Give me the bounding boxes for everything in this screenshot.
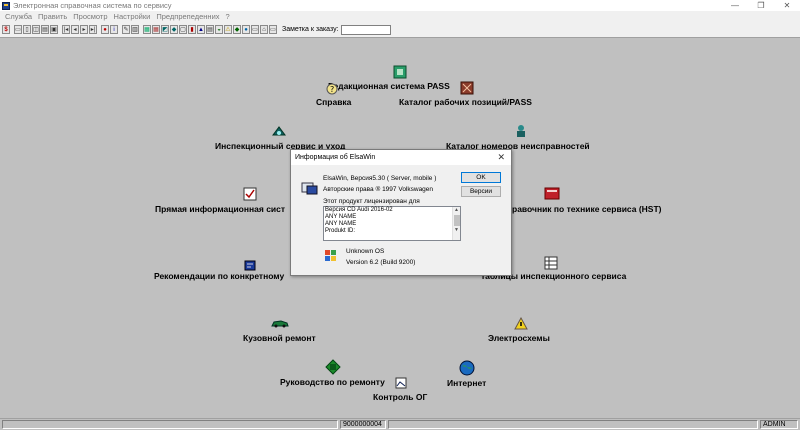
toolbar: $ ▭ ▯ ◫ ▤ ▣ |◂ ◂ ▸ ▸| ● i ✎ ▥ ▦ ▦ ◩ ◆ ▢ … <box>0 22 800 38</box>
first-icon[interactable]: |◂ <box>62 25 70 34</box>
app-icon <box>2 1 10 10</box>
versions-button[interactable]: Версии <box>461 186 501 197</box>
electro-label[interactable]: Электросхемы <box>488 333 550 343</box>
os-version: Version 6.2 (Build 9200) <box>346 259 416 266</box>
internet-label[interactable]: Интернет <box>447 378 486 388</box>
restore-button[interactable]: ❐ <box>748 0 774 11</box>
document-icon[interactable]: ▥ <box>131 25 139 34</box>
catalog-icon[interactable] <box>460 81 474 95</box>
ok-button[interactable]: OK <box>461 172 501 183</box>
prev-icon[interactable]: ◂ <box>71 25 79 34</box>
version-text: ElsaWin, Версия5.30 ( Server, mobile ) <box>323 175 437 182</box>
hst-icon[interactable] <box>544 186 560 200</box>
body-tool-icon[interactable]: ◒ <box>215 25 223 34</box>
manual-label[interactable]: Руководство по ремонту <box>280 377 385 387</box>
menu-edit[interactable]: Править <box>35 12 70 21</box>
info-icon[interactable]: i <box>110 25 118 34</box>
recommend-icon[interactable] <box>243 258 257 272</box>
window-title: Электронная справочная система по сервис… <box>13 1 172 10</box>
faults-icon[interactable] <box>514 124 528 138</box>
save-icon[interactable]: ▣ <box>50 25 58 34</box>
scroll-up-icon[interactable]: ▲ <box>453 207 460 214</box>
inspection-icon[interactable] <box>272 124 286 138</box>
licensed-label: Этот продукт лицензирован для <box>323 198 420 205</box>
direct-tool-icon[interactable]: ▢ <box>179 25 187 34</box>
menu-bar: Служба Править Просмотр Настройки Предпр… <box>0 11 800 22</box>
help-icon[interactable]: ? <box>326 83 340 97</box>
menu-preferences[interactable]: Предпрепеденних <box>153 12 222 21</box>
internet-icon[interactable] <box>459 360 475 376</box>
direct-label[interactable]: Прямая информационная сист <box>155 204 285 214</box>
status-panel-left <box>2 420 338 429</box>
license-scrollbar[interactable]: ▲ ▼ <box>452 207 460 240</box>
license-line: Produkt ID: <box>325 228 356 234</box>
close-button[interactable]: ✕ <box>774 0 800 11</box>
license-line: Версия CD Audi 2016-02 <box>325 207 393 213</box>
help-label[interactable]: Справка <box>316 97 351 107</box>
og-label[interactable]: Контроль ОГ <box>373 392 427 402</box>
internet-tool-icon[interactable]: ● <box>242 25 250 34</box>
about-dialog: Информация об ElsaWin ✕ ElsaWin, Версия5… <box>290 149 512 276</box>
elsawin-logo-icon <box>301 181 319 195</box>
catalog-label[interactable]: Каталог рабочих позиций/PASS <box>399 97 532 107</box>
dialog-title-bar: Информация об ElsaWin ✕ <box>291 150 511 165</box>
manual-tool-icon[interactable]: ◆ <box>233 25 241 34</box>
svg-text:?: ? <box>330 85 334 94</box>
inspection-tool-icon[interactable]: ◩ <box>161 25 169 34</box>
dialog-title: Информация об ElsaWin <box>295 154 376 161</box>
dialog-close-button[interactable]: ✕ <box>497 152 505 163</box>
minimize-button[interactable]: — <box>722 0 748 11</box>
order-note-label: Заметка к заказу: <box>282 26 339 33</box>
copyright-text: Авторские права ® 1997 Volkswagen <box>323 186 434 193</box>
last-icon[interactable]: ▸| <box>89 25 97 34</box>
print-icon[interactable]: ▤ <box>41 25 49 34</box>
stop-icon[interactable]: ● <box>101 25 109 34</box>
hst-tool-icon[interactable]: ▮ <box>188 25 196 34</box>
menu-view[interactable]: Просмотр <box>70 12 110 21</box>
windows-os-icon <box>324 249 338 263</box>
electro-icon[interactable] <box>514 316 528 331</box>
status-user: ADMIN <box>760 420 798 429</box>
tables-icon[interactable] <box>544 256 558 270</box>
status-code: 9000000004 <box>340 420 386 429</box>
og-tool-icon[interactable]: ▭ <box>251 25 259 34</box>
body-repair-label[interactable]: Кузовной ремонт <box>243 333 316 343</box>
pass-tool-icon[interactable]: ▦ <box>143 25 151 34</box>
og-icon[interactable] <box>395 377 409 391</box>
faults-tool-icon[interactable]: ◆ <box>170 25 178 34</box>
status-panel-mid <box>388 420 758 429</box>
direct-icon[interactable] <box>243 187 257 201</box>
license-line: ANY NAME <box>325 214 357 220</box>
menu-help[interactable]: ? <box>223 12 233 21</box>
license-line: ANY NAME <box>325 221 357 227</box>
copy-icon[interactable]: ◫ <box>32 25 40 34</box>
hst-label[interactable]: равочник по технике сервиса (HST) <box>512 204 662 214</box>
scroll-down-icon[interactable]: ▼ <box>453 227 460 234</box>
recommend-tool-icon[interactable]: ▲ <box>197 25 205 34</box>
electro-tool-icon[interactable]: ⚠ <box>224 25 232 34</box>
open-icon[interactable]: ▭ <box>14 25 22 34</box>
os-name: Unknown OS <box>346 248 385 255</box>
next-icon[interactable]: ▸ <box>80 25 88 34</box>
order-note-input[interactable] <box>340 24 391 35</box>
recommend-label[interactable]: Рекомендации по конкретному <box>154 271 284 281</box>
scroll-thumb[interactable] <box>453 215 460 226</box>
title-bar: Электронная справочная система по сервис… <box>0 0 800 11</box>
menu-settings[interactable]: Настройки <box>111 12 154 21</box>
exit-tool-icon[interactable]: ⌂ <box>260 25 268 34</box>
new-icon[interactable]: ▯ <box>23 25 31 34</box>
catalog-tool-icon[interactable]: ▦ <box>152 25 160 34</box>
body-repair-icon[interactable] <box>271 318 289 332</box>
service-icon[interactable]: $ <box>2 25 10 34</box>
status-bar: 9000000004 ADMIN <box>0 418 800 430</box>
window-controls: — ❐ ✕ <box>722 0 800 11</box>
edit-icon[interactable]: ✎ <box>122 25 130 34</box>
pass-icon[interactable] <box>393 65 407 79</box>
tables-tool-icon[interactable]: ▤ <box>206 25 214 34</box>
pass-label[interactable]: Редакционная система PASS <box>328 81 450 91</box>
menu-service[interactable]: Служба <box>2 12 35 21</box>
license-listbox[interactable]: Версия CD Audi 2016-02 ANY NAME ANY NAME… <box>323 206 461 241</box>
extra-tool-icon[interactable]: ▭ <box>269 25 277 34</box>
manual-icon[interactable] <box>325 359 341 375</box>
